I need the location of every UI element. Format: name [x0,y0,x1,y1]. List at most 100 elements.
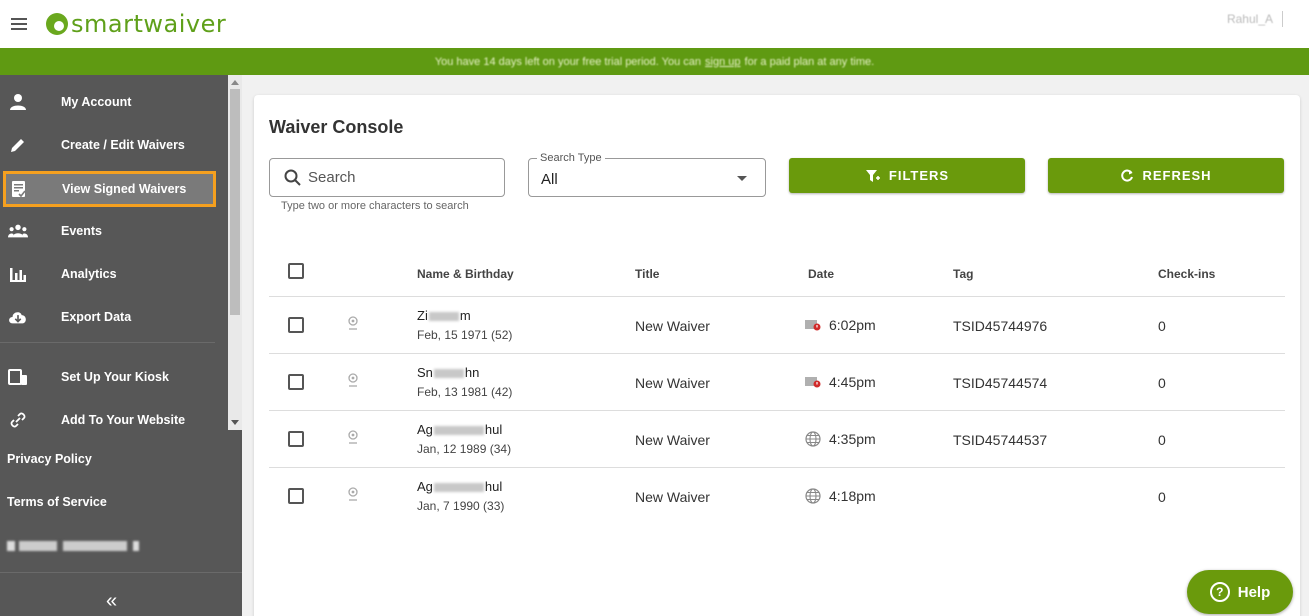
search-box[interactable] [269,158,505,197]
sidebar-scrollbar[interactable] [228,75,242,430]
location-pin-icon [348,487,358,501]
search-type-label: Search Type [537,152,605,164]
sidebar-item-export-data[interactable]: Export Data [0,297,228,337]
search-hint: Type two or more characters to search [281,200,469,212]
terms-of-service-link[interactable]: Terms of Service [7,495,107,509]
row-checkbox[interactable] [288,431,304,447]
row-checkbox[interactable] [288,488,304,504]
waiver-title: New Waiver [635,489,710,505]
chevron-down-icon [737,176,747,181]
redacted-text [428,312,459,322]
participant-name[interactable]: Ag hul [417,479,502,494]
redacted-account-text [7,541,139,551]
check-in-count: 0 [1158,432,1166,448]
table-row[interactable]: Ag hul Jan, 12 1989 (34) New Waiver 4:35p… [254,411,1300,468]
cloud-download-icon [8,307,28,327]
sidebar-item-events[interactable]: Events [0,211,228,251]
signed-document-icon [9,179,29,199]
row-checkbox[interactable] [288,374,304,390]
check-in-count: 0 [1158,318,1166,334]
help-button[interactable]: ? Help [1187,570,1293,614]
scroll-up-arrow-icon[interactable] [231,80,239,85]
column-header-check-ins[interactable]: Check-ins [1158,267,1215,281]
top-bar: smartwaiver Rahul_A [0,0,1309,48]
filter-icon [865,169,880,182]
waiver-title: New Waiver [635,375,710,391]
smartwaiver-logo[interactable]: smartwaiver [46,10,226,38]
search-type-value: All [541,171,558,188]
trial-banner: You have 14 days left on your free trial… [0,48,1309,75]
sidebar-item-label: Set Up Your Kiosk [61,370,169,384]
participant-name[interactable]: Ag hul [417,422,502,437]
trial-banner-text: You have 14 days left on your free trial… [434,55,702,68]
waiver-console-card: Waiver Console Type two or more characte… [254,95,1300,616]
signed-date: 4:35pm [805,431,876,447]
table-row[interactable]: Sn hn Feb, 13 1981 (42) New Waiver 4:45pm… [254,354,1300,411]
people-group-icon [8,221,28,241]
collapse-sidebar-icon[interactable]: « [106,590,117,613]
signed-date: 4:18pm [805,488,876,504]
participant-birthday: Feb, 13 1981 (42) [417,385,513,399]
sidebar-item-view-signed-waivers[interactable]: View Signed Waivers [3,171,216,207]
sidebar-item-set-up-your-kiosk[interactable]: Set Up Your Kiosk [0,357,228,397]
refresh-button-label: REFRESH [1142,168,1212,183]
user-menu[interactable]: Rahul_A [1227,12,1273,26]
sidebar-item-create-edit-waivers[interactable]: Create / Edit Waivers [0,125,228,165]
search-input[interactable] [308,169,488,186]
scroll-down-arrow-icon[interactable] [231,420,239,425]
select-all-checkbox[interactable] [288,263,304,279]
scrollbar-thumb[interactable] [230,89,240,315]
column-header-title[interactable]: Title [635,267,659,281]
question-mark-icon: ? [1209,582,1230,602]
web-globe-icon [805,488,821,504]
row-checkbox[interactable] [288,317,304,333]
participant-birthday: Jan, 7 1990 (33) [417,499,505,513]
waiver-tag: TSID45744976 [953,318,1048,334]
waiver-title: New Waiver [635,432,710,448]
sidebar-item-label: Add To Your Website [61,413,186,427]
search-type-select[interactable]: Search Type All [528,152,766,197]
sidebar-divider [0,572,242,573]
pencil-icon [8,135,28,155]
sidebar-item-label: Export Data [61,310,132,324]
user-icon [8,92,28,112]
redacted-text [433,369,464,379]
refresh-button[interactable]: REFRESH [1048,158,1284,193]
participant-name[interactable]: Zi m [417,308,471,323]
column-header-name-birthday[interactable]: Name & Birthday [417,267,514,281]
table-row[interactable]: Zi m Feb, 15 1971 (52) New Waiver 6:02pm … [254,297,1300,354]
participant-name[interactable]: Sn hn [417,365,479,380]
sidebar-item-my-account[interactable]: My Account [0,82,228,122]
privacy-policy-link[interactable]: Privacy Policy [7,452,92,466]
sidebar-item-label: Analytics [61,267,117,281]
filters-button[interactable]: FILTERS [789,158,1025,193]
sidebar-item-analytics[interactable]: Analytics [0,254,228,294]
hamburger-menu-icon[interactable] [11,15,27,33]
waiver-title: New Waiver [635,318,710,334]
check-in-count: 0 [1158,489,1166,505]
sidebar-item-label: View Signed Waivers [62,182,187,196]
location-pin-icon [348,430,358,444]
sidebar-item-label: Create / Edit Waivers [61,138,185,152]
search-icon [284,169,301,186]
logo-mark-icon [46,13,68,35]
kiosk-signed-icon [805,319,821,331]
help-button-label: Help [1237,583,1271,601]
signed-date: 6:02pm [805,317,876,333]
table-row[interactable]: Ag hul Jan, 7 1990 (33) New Waiver 4:18pm… [254,468,1300,525]
page-title: Waiver Console [269,117,404,137]
sidebar-divider [0,342,215,343]
redacted-text [433,426,484,436]
column-header-date[interactable]: Date [808,267,834,281]
trial-banner-text-end: for a paid plan at any time. [744,55,875,68]
sign-up-link[interactable]: sign up [705,56,740,68]
sidebar-item-add-to-your-website[interactable]: Add To Your Website [0,400,228,440]
logo-text: smartwaiver [71,10,227,38]
user-menu-divider [1282,11,1283,27]
signed-date: 4:45pm [805,374,876,390]
link-icon [8,410,28,430]
column-header-tag[interactable]: Tag [953,267,973,281]
web-globe-icon [805,431,821,447]
waiver-tag: TSID45744574 [953,375,1048,391]
filters-button-label: FILTERS [888,168,950,183]
